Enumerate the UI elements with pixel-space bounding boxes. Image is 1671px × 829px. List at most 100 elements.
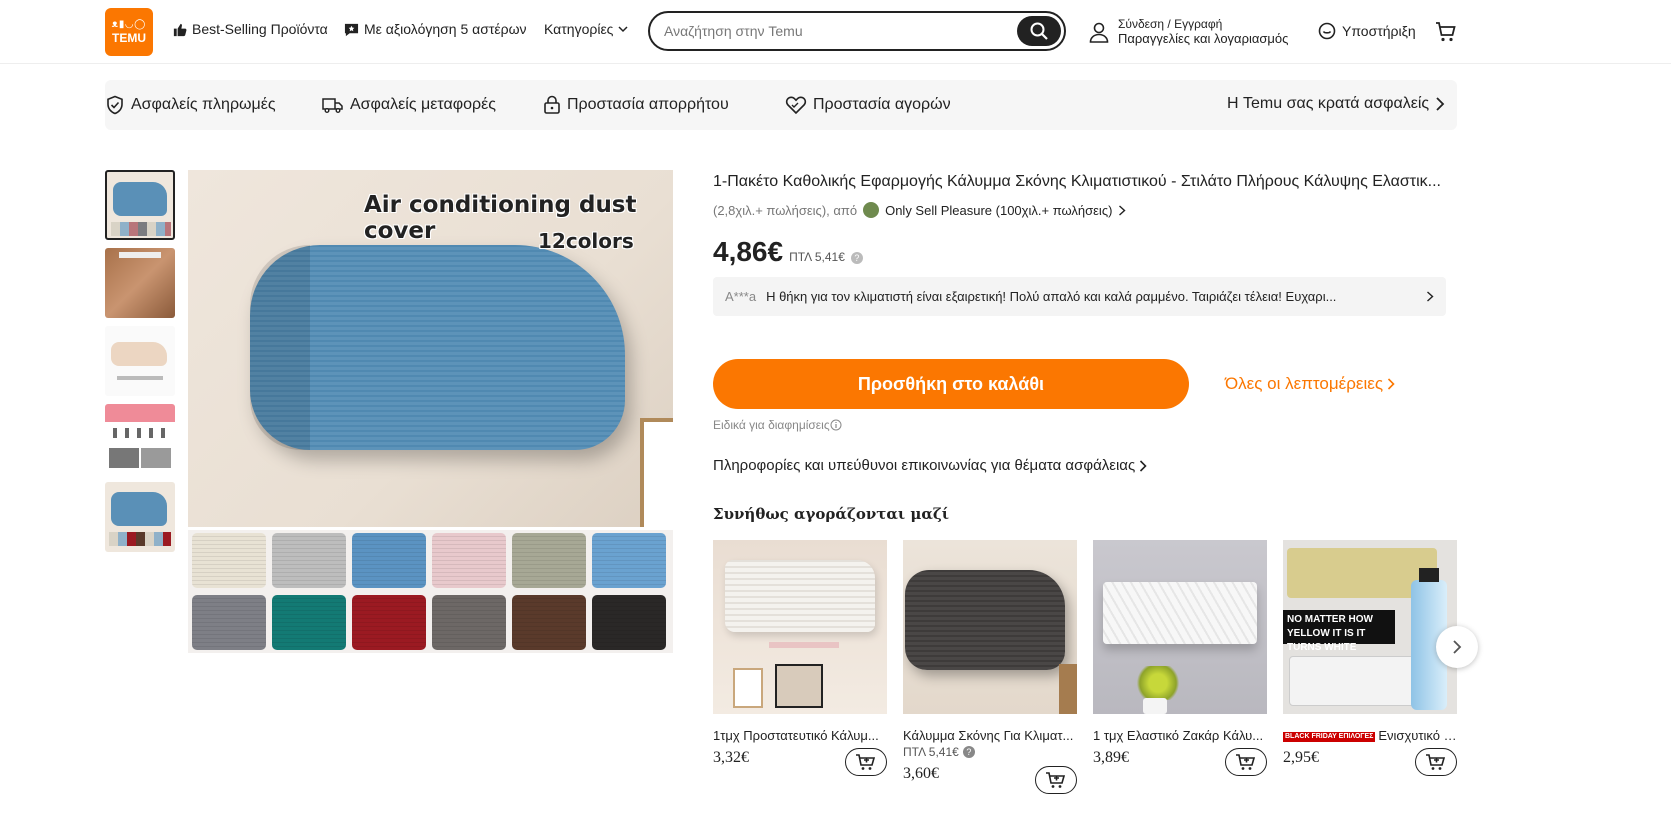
review-text: Η θήκη για τον κλιματιστή είναι εξαιρετι…	[766, 289, 1337, 304]
handshake-heart-icon	[785, 96, 807, 115]
color-swatch[interactable]	[192, 533, 266, 588]
color-swatch[interactable]	[352, 594, 426, 650]
recommendation-card[interactable]: Κάλυμμα Σκόνης Για Κλιματ... ΠΤΛ 5,41€ ?…	[903, 540, 1077, 794]
review-preview[interactable]: A***a Η θήκη για τον κλιματιστή είναι εξ…	[713, 277, 1446, 316]
logo-text: TEMU	[112, 31, 146, 45]
recommendation-card[interactable]: NO MATTER HOW YELLOW IT IS IT TURNS WHIT…	[1283, 540, 1457, 776]
chevron-right-icon	[1436, 97, 1445, 111]
trust-secure-shipping[interactable]: Ασφαλείς μεταφορές	[322, 95, 496, 115]
chevron-right-icon	[1387, 378, 1395, 390]
top-bar: ᴥ▮◡◯ TEMU Best-Selling Προϊόντα Με αξιολ…	[0, 0, 1671, 64]
trust-secure-payments[interactable]: Ασφαλείς πληρωμές	[105, 95, 276, 115]
recommendation-card[interactable]: 1 τμχ Ελαστικό Ζακάρ Κάλυ... 3,89€	[1093, 540, 1267, 776]
trust-privacy[interactable]: Προστασία απορρήτου	[543, 95, 729, 115]
black-friday-badge: BLACK FRIDAY ΕΠΙΛΟΓΕΣ	[1283, 731, 1376, 742]
color-swatch[interactable]	[512, 594, 586, 650]
card-overlay-text: NO MATTER HOW YELLOW IT IS IT TURNS WHIT…	[1283, 610, 1395, 653]
trust-secure-shipping-label: Ασφαλείς μεταφορές	[350, 96, 496, 113]
star-review-icon	[344, 23, 359, 36]
thumbnail[interactable]	[105, 404, 175, 474]
recommendation-name: 1 τμχ Ελαστικό Ζακάρ Κάλυ...	[1093, 728, 1264, 743]
color-swatch[interactable]	[592, 594, 666, 650]
safety-info-link[interactable]: Πληροφορίες και υπεύθυνοι επικοινωνίας γ…	[713, 457, 1147, 474]
all-details-label: Όλες οι λεπτομέρειες	[1225, 374, 1384, 393]
recommendation-rrp-label: ΠΤΛ 5,41€	[903, 745, 959, 759]
all-details-link[interactable]: Όλες οι λεπτομέρειες	[1225, 374, 1395, 394]
lock-icon	[544, 95, 560, 114]
add-to-cart-button[interactable]: Προσθήκη στο καλάθι	[713, 359, 1189, 409]
add-to-cart-small-button[interactable]	[845, 748, 887, 776]
color-swatch[interactable]	[432, 533, 506, 588]
thumbnail[interactable]	[105, 170, 175, 240]
thumbnail[interactable]	[105, 482, 175, 552]
add-to-cart-label: Προσθήκη στο καλάθι	[857, 373, 1045, 394]
trust-safety-link[interactable]: Η Temu σας κρατά ασφαλείς	[1227, 95, 1445, 113]
recommendation-name: BLACK FRIDAY ΕΠΙΛΟΓΕΣΕνισχυτικό Πλαστι..…	[1283, 728, 1457, 743]
cart-plus-icon	[856, 754, 876, 770]
seller-row: (2,8χιλ.+ πωλήσεις), από Only Sell Pleas…	[713, 202, 1126, 218]
seller-name-link[interactable]: Only Sell Pleasure (100χιλ.+ πωλήσεις)	[885, 203, 1112, 218]
add-to-cart-small-button[interactable]	[1035, 766, 1077, 794]
user-icon	[1089, 22, 1109, 43]
info-icon[interactable]	[830, 419, 842, 431]
add-to-cart-small-button[interactable]	[1415, 748, 1457, 776]
ad-note: Ειδικά για διαφημίσεις	[713, 418, 842, 432]
search-input[interactable]	[664, 21, 1004, 41]
trust-purchase-protection[interactable]: Προστασία αγορών	[785, 95, 951, 115]
account-menu[interactable]: Σύνδεση / Εγγραφή Παραγγελίες και λογαρι…	[1088, 17, 1288, 46]
search-box	[648, 11, 1066, 51]
recommendation-image[interactable]	[713, 540, 887, 714]
recommendation-image[interactable]	[1093, 540, 1267, 714]
recommendation-image[interactable]: NO MATTER HOW YELLOW IT IS IT TURNS WHIT…	[1283, 540, 1457, 714]
question-icon[interactable]: ?	[850, 252, 863, 264]
nav-categories-label: Κατηγορίες	[544, 21, 614, 37]
trust-privacy-label: Προστασία απορρήτου	[567, 96, 729, 113]
product-photo-frame	[640, 418, 673, 527]
safety-info-label: Πληροφορίες και υπεύθυνοι επικοινωνίας γ…	[713, 457, 1136, 474]
trust-bar: Ασφαλείς πληρωμές Ασφαλείς μεταφορές Προ…	[105, 80, 1457, 130]
color-swatch[interactable]	[192, 594, 266, 650]
logo-glyphs: ᴥ▮◡◯	[111, 19, 147, 30]
chevron-right-icon	[1453, 640, 1462, 654]
recommendation-card[interactable]: 1τμχ Προστατευτικό Κάλυμ... 3,32€	[713, 540, 887, 776]
cart-plus-icon	[1236, 754, 1256, 770]
color-swatch[interactable]	[512, 533, 586, 588]
add-to-cart-small-button[interactable]	[1225, 748, 1267, 776]
main-product-image[interactable]: Air conditioning dust cover 12colors	[188, 170, 673, 527]
ad-note-label: Ειδικά για διαφημίσεις	[713, 418, 830, 432]
price-block: 4,86€ ΠΤΛ 5,41€ ?	[713, 236, 863, 268]
product-photo-cover	[250, 245, 625, 450]
support-link[interactable]: Υποστήριξη	[1318, 22, 1416, 40]
color-swatch[interactable]	[272, 594, 346, 650]
cart-button[interactable]	[1434, 20, 1458, 49]
trust-secure-payments-label: Ασφαλείς πληρωμές	[131, 96, 276, 113]
chevron-right-icon	[1427, 291, 1434, 302]
chevron-right-icon	[1140, 459, 1147, 472]
search-icon	[1030, 22, 1048, 40]
recommendation-rrp: ΠΤΛ 5,41€ ?	[903, 745, 1077, 759]
question-icon[interactable]: ?	[962, 746, 975, 758]
recommendation-image[interactable]	[903, 540, 1077, 714]
recommendation-name: Κάλυμμα Σκόνης Για Κλιματ...	[903, 728, 1074, 743]
color-swatch[interactable]	[432, 594, 506, 650]
search-button[interactable]	[1017, 16, 1061, 46]
nav-five-star[interactable]: Με αξιολόγηση 5 αστέρων	[344, 21, 527, 37]
nav-best-selling[interactable]: Best-Selling Προϊόντα	[172, 21, 328, 37]
color-swatch[interactable]	[352, 533, 426, 588]
cart-plus-icon	[1426, 754, 1446, 770]
shield-check-icon	[107, 95, 123, 115]
color-swatch[interactable]	[272, 533, 346, 588]
support-chat-icon	[1318, 22, 1336, 40]
nav-best-selling-label: Best-Selling Προϊόντα	[192, 21, 328, 37]
carousel-next-button[interactable]	[1436, 626, 1478, 668]
nav-categories[interactable]: Κατηγορίες	[544, 21, 628, 37]
nav-five-star-label: Με αξιολόγηση 5 αστέρων	[364, 21, 527, 37]
thumbnail[interactable]	[105, 248, 175, 318]
sales-count: (2,8χιλ.+ πωλήσεις), από	[713, 202, 858, 218]
product-rrp: ΠΤΛ 5,41€	[789, 250, 845, 264]
chevron-right-icon	[1119, 204, 1126, 216]
thumbnail[interactable]	[105, 326, 175, 396]
account-orders-label: Παραγγελίες και λογαριασμός	[1118, 31, 1289, 46]
color-swatch[interactable]	[592, 533, 666, 588]
temu-logo[interactable]: ᴥ▮◡◯ TEMU	[105, 8, 153, 56]
